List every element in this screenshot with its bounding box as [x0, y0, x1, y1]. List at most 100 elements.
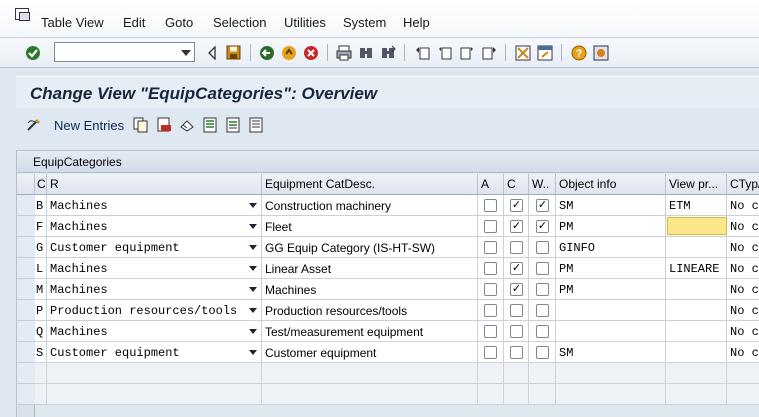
- print-icon[interactable]: [335, 44, 352, 61]
- checkbox[interactable]: [536, 262, 549, 275]
- create-session-icon[interactable]: [514, 44, 531, 61]
- next-page-icon[interactable]: [458, 44, 475, 61]
- cell-view-profile[interactable]: ETM: [666, 195, 727, 216]
- cell-view-profile[interactable]: [666, 321, 727, 342]
- save-icon[interactable]: [225, 44, 242, 61]
- cell-ctyp[interactable]: No ch: [727, 321, 759, 342]
- menu-goto[interactable]: Goto: [165, 15, 193, 30]
- cell-equipment-catdesc[interactable]: Production resources/tools: [262, 300, 478, 321]
- column-header-r[interactable]: R: [47, 174, 262, 195]
- checkbox[interactable]: ✓: [510, 283, 523, 296]
- row-selector[interactable]: [17, 279, 35, 300]
- checkbox[interactable]: ✓: [510, 262, 523, 275]
- column-header-w[interactable]: W..: [529, 174, 556, 195]
- cell-category-key[interactable]: L: [35, 258, 47, 279]
- cell-view-profile[interactable]: ❐: [666, 216, 744, 237]
- cell-equipment-catdesc[interactable]: Customer equipment: [262, 342, 478, 363]
- cell-object-info[interactable]: [556, 363, 666, 384]
- cell-view-profile[interactable]: [666, 363, 727, 384]
- cell-ctyp[interactable]: No ch: [727, 342, 759, 363]
- checkbox[interactable]: [510, 241, 523, 254]
- column-header-equipment-catdesc[interactable]: Equipment CatDesc.: [262, 174, 478, 195]
- cell-category-key[interactable]: F: [35, 216, 47, 237]
- cell-view-profile[interactable]: [666, 237, 727, 258]
- cell-reference-category[interactable]: Machines: [47, 279, 262, 300]
- chevron-down-icon[interactable]: [249, 224, 257, 229]
- checkbox[interactable]: [536, 241, 549, 254]
- cell-object-info[interactable]: PM: [556, 258, 666, 279]
- chevron-down-icon[interactable]: [249, 350, 257, 355]
- cell-ctyp[interactable]: No ch: [727, 216, 759, 237]
- menu-selection[interactable]: Selection: [213, 15, 266, 30]
- display-change-icon[interactable]: [26, 117, 42, 133]
- cell-ctyp[interactable]: No ch: [727, 300, 759, 321]
- cell-object-info[interactable]: [556, 321, 666, 342]
- chevron-down-icon[interactable]: [249, 329, 257, 334]
- checkbox[interactable]: ✓: [536, 220, 549, 233]
- menu-table-view[interactable]: Table View: [41, 15, 104, 30]
- exit-icon[interactable]: [280, 44, 297, 61]
- shortcut-icon[interactable]: [536, 44, 553, 61]
- row-selector[interactable]: [17, 384, 35, 405]
- chevron-down-icon[interactable]: [249, 266, 257, 271]
- cell-view-profile[interactable]: LINEARE: [666, 258, 727, 279]
- checkbox[interactable]: [536, 325, 549, 338]
- cell-reference-category[interactable]: [47, 384, 262, 405]
- cell-view-profile[interactable]: [666, 300, 727, 321]
- menu-system[interactable]: System: [343, 15, 386, 30]
- cell-reference-category[interactable]: Production resources/tools: [47, 300, 262, 321]
- select-block-icon[interactable]: [225, 117, 241, 133]
- delete-icon[interactable]: [156, 117, 172, 133]
- cell-ctyp[interactable]: No ch: [727, 258, 759, 279]
- previous-page-icon[interactable]: [436, 44, 453, 61]
- undo-change-icon[interactable]: [179, 117, 195, 133]
- column-header-object-info[interactable]: Object info: [556, 174, 666, 195]
- cell-equipment-catdesc[interactable]: [262, 384, 478, 405]
- cell-ctyp[interactable]: [727, 363, 759, 384]
- checkbox[interactable]: [536, 304, 549, 317]
- new-entries-button[interactable]: New Entries: [54, 118, 124, 133]
- view-profile-input-focused[interactable]: [667, 217, 727, 235]
- column-header-c[interactable]: C: [35, 174, 47, 195]
- checkbox[interactable]: [484, 262, 497, 275]
- menu-utilities[interactable]: Utilities: [284, 15, 326, 30]
- chevron-down-icon[interactable]: [249, 203, 257, 208]
- row-selector[interactable]: [17, 216, 35, 237]
- checkbox[interactable]: [510, 346, 523, 359]
- checkbox[interactable]: [510, 304, 523, 317]
- cell-reference-category[interactable]: Machines: [47, 195, 262, 216]
- back-icon[interactable]: [203, 44, 220, 61]
- chevron-down-icon[interactable]: [249, 308, 257, 313]
- checkbox[interactable]: [536, 346, 549, 359]
- cell-view-profile[interactable]: [666, 279, 727, 300]
- checkbox[interactable]: ✓: [510, 220, 523, 233]
- find-icon[interactable]: [357, 44, 374, 61]
- column-header-view-profile[interactable]: View pr...: [666, 174, 727, 195]
- cell-ctyp[interactable]: No ch: [727, 237, 759, 258]
- system-menu-icon[interactable]: [15, 8, 30, 21]
- menu-edit[interactable]: Edit: [123, 15, 145, 30]
- find-next-icon[interactable]: [379, 44, 396, 61]
- row-selector[interactable]: [17, 321, 35, 342]
- cell-ctyp[interactable]: No ch: [727, 195, 759, 216]
- deselect-all-icon[interactable]: [248, 117, 264, 133]
- checkbox[interactable]: [484, 346, 497, 359]
- cell-object-info[interactable]: SM: [556, 342, 666, 363]
- cell-object-info[interactable]: SM: [556, 195, 666, 216]
- checkbox[interactable]: [484, 283, 497, 296]
- checkbox[interactable]: [510, 325, 523, 338]
- cancel-icon[interactable]: [302, 44, 319, 61]
- checkbox[interactable]: ✓: [536, 199, 549, 212]
- cell-object-info[interactable]: PM: [556, 216, 666, 237]
- cell-category-key[interactable]: S: [35, 342, 47, 363]
- checkbox[interactable]: [536, 283, 549, 296]
- chevron-down-icon[interactable]: [181, 50, 191, 56]
- copy-as-icon[interactable]: [133, 117, 149, 133]
- checkbox[interactable]: [484, 220, 497, 233]
- cell-ctyp[interactable]: No ch: [727, 279, 759, 300]
- cell-category-key[interactable]: [35, 384, 47, 405]
- command-input[interactable]: [57, 44, 175, 60]
- cell-reference-category[interactable]: Machines: [47, 216, 262, 237]
- chevron-down-icon[interactable]: [249, 245, 257, 250]
- row-selector[interactable]: [17, 363, 35, 384]
